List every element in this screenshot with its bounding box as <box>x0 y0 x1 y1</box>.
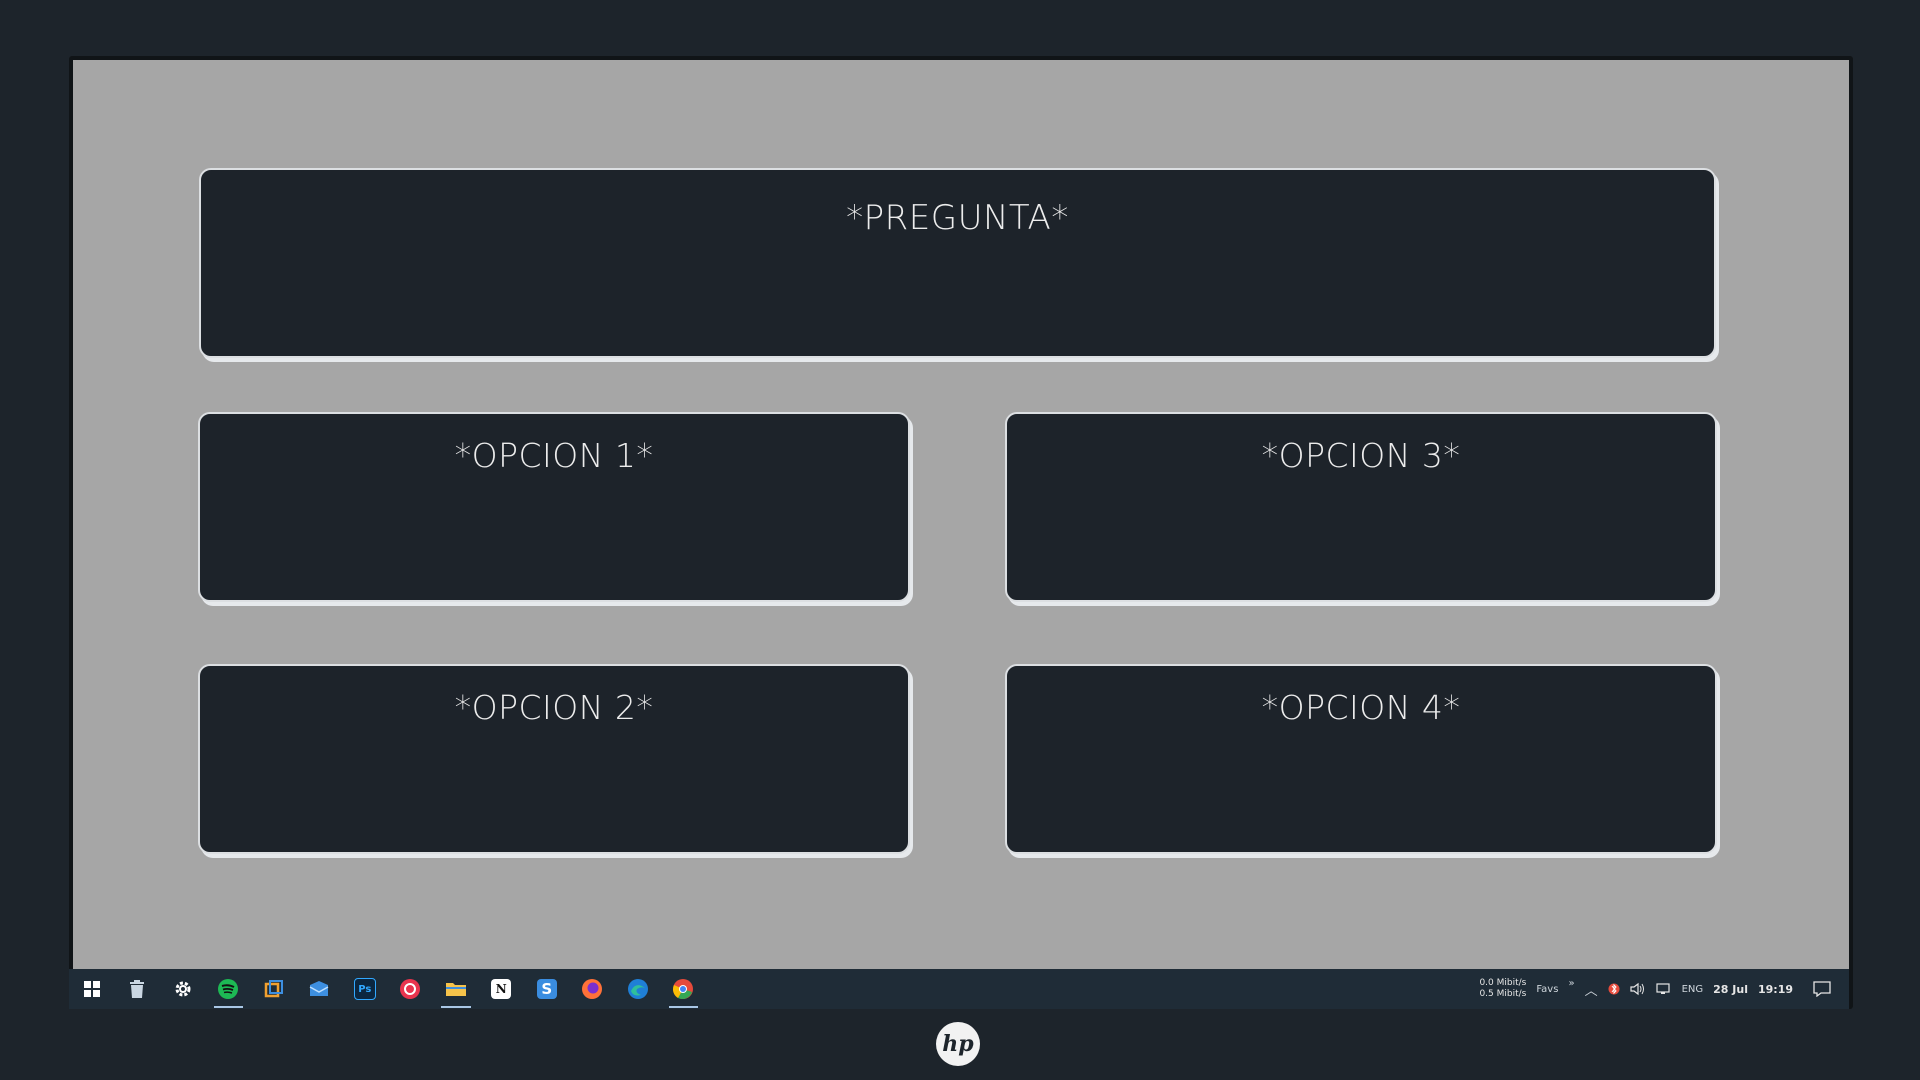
creative-cloud-icon[interactable] <box>388 969 434 1009</box>
option-3-button[interactable]: *OPCION 3* <box>1005 412 1717 602</box>
edge-icon[interactable] <box>615 969 661 1009</box>
file-explorer-icon[interactable] <box>433 969 479 1009</box>
recycle-bin-icon[interactable] <box>115 969 161 1009</box>
network-speed: 0.0 Mibit/s 0.5 Mibit/s <box>1479 978 1526 1000</box>
volume-icon[interactable] <box>1629 982 1646 996</box>
option-1-button[interactable]: *OPCION 1* <box>198 412 910 602</box>
bluetooth-icon[interactable] <box>1608 981 1620 997</box>
notion-icon[interactable]: N <box>479 969 525 1009</box>
quiz-screen: *PREGUNTA* *OPCION 1* *OPCION 3* *OPCION… <box>73 60 1849 969</box>
network-icon[interactable] <box>1655 982 1672 996</box>
hp-logo: hp <box>936 1022 980 1066</box>
chevron-up-icon[interactable]: ︿ <box>1585 980 1598 999</box>
option-2-label: *OPCION 2* <box>454 688 654 727</box>
time-text[interactable]: 19:19 <box>1758 983 1793 996</box>
chrome-icon[interactable] <box>661 969 707 1009</box>
option-4-button[interactable]: *OPCION 4* <box>1005 664 1717 854</box>
net-up: 0.5 Mibit/s <box>1479 989 1527 999</box>
taskbar: Ps N S 0.0 Mibit/s 0.5 Mibit/s Favs » ︿ … <box>69 969 1849 1009</box>
spotify-icon[interactable] <box>206 969 252 1009</box>
option-4-label: *OPCION 4* <box>1261 688 1461 727</box>
settings-gear-icon[interactable] <box>160 969 206 1009</box>
language-indicator[interactable]: ENG <box>1682 984 1704 995</box>
option-3-label: *OPCION 3* <box>1261 436 1461 475</box>
mail-icon[interactable] <box>297 969 343 1009</box>
windows-start-icon[interactable] <box>69 969 115 1009</box>
notification-icon[interactable] <box>1813 981 1831 997</box>
favs-label[interactable]: Favs <box>1536 984 1558 995</box>
question-card: *PREGUNTA* <box>199 168 1716 358</box>
question-text: *PREGUNTA* <box>846 198 1069 238</box>
option-2-button[interactable]: *OPCION 2* <box>198 664 910 854</box>
chevrons-icon[interactable]: » <box>1568 978 1574 989</box>
firefox-icon[interactable] <box>570 969 616 1009</box>
net-down: 0.0 Mibit/s <box>1479 978 1527 988</box>
photoshop-icon[interactable]: Ps <box>342 969 388 1009</box>
hp-logo-text: hp <box>942 1031 974 1057</box>
simplenote-icon[interactable]: S <box>524 969 570 1009</box>
date-text[interactable]: 28 Jul <box>1713 983 1748 996</box>
window-manager-icon[interactable] <box>251 969 297 1009</box>
option-1-label: *OPCION 1* <box>454 436 654 475</box>
system-tray: 0.0 Mibit/s 0.5 Mibit/s Favs » ︿ ENG 28 … <box>1479 969 1831 1009</box>
